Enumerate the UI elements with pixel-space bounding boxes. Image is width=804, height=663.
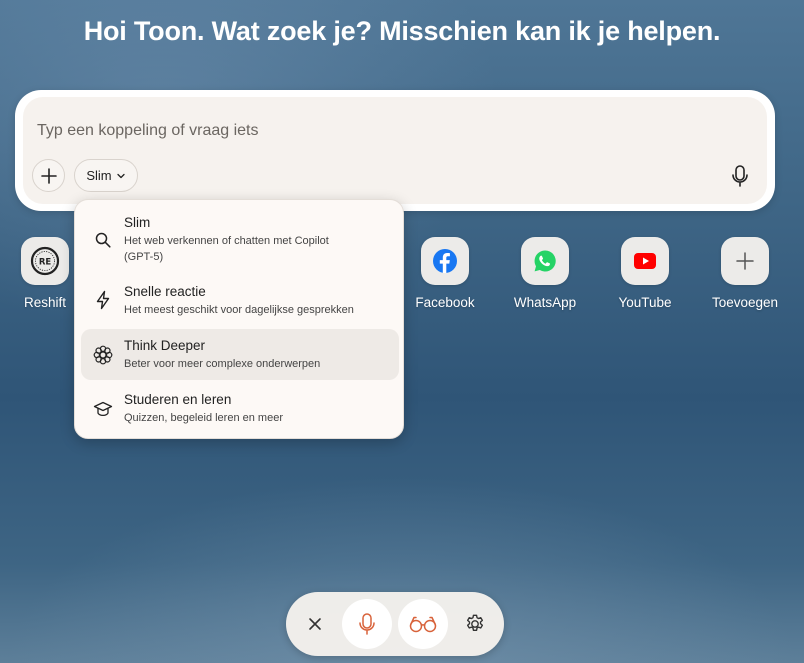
close-button[interactable]	[290, 599, 340, 649]
attach-button[interactable]	[32, 159, 65, 192]
graduation-cap-icon	[91, 397, 115, 421]
mode-menu: Slim Het web verkennen of chatten met Co…	[74, 199, 404, 439]
mode-option-title: Think Deeper	[124, 338, 206, 353]
shortcut-label: Facebook	[415, 295, 475, 310]
close-icon	[309, 618, 321, 630]
shortcut-label: WhatsApp	[513, 295, 577, 310]
shortcut-facebook[interactable]: Facebook	[406, 237, 484, 317]
flower-icon	[91, 343, 115, 367]
voice-toolbar	[286, 592, 504, 656]
shortcut-tile	[421, 237, 469, 285]
mode-option-title: Slim	[124, 215, 151, 230]
shortcut-label: YouTube	[618, 295, 672, 310]
mode-selector-button[interactable]: Slim	[74, 159, 138, 192]
lightning-icon	[91, 288, 115, 312]
youtube-icon	[634, 253, 656, 269]
whatsapp-icon	[534, 250, 556, 272]
mode-option-snelle-reactie[interactable]: Snelle reactie Het meest geschikt voor d…	[81, 276, 399, 324]
mode-option-description: Het meest geschikt voor dagelijkse gespr…	[124, 304, 354, 316]
mode-option-slim[interactable]: Slim Het web verkennen of chatten met Co…	[81, 208, 399, 270]
shortcut-tile	[521, 237, 569, 285]
microphone-icon	[359, 613, 375, 635]
glasses-icon	[409, 616, 437, 633]
shortcut-tile	[621, 237, 669, 285]
settings-button[interactable]	[450, 599, 500, 649]
shortcut-label: Toevoegen	[711, 295, 779, 310]
mode-option-description: Het web verkennen of chatten met Copilot…	[124, 235, 329, 263]
greeting-heading: Hoi Toon. Wat zoek je? Misschien kan ik …	[83, 16, 721, 46]
plus-icon	[40, 167, 57, 184]
voice-input-button[interactable]	[725, 161, 755, 191]
mode-selector-label: Slim	[86, 168, 112, 183]
mode-option-description: Beter voor meer complexe onderwerpen	[124, 358, 321, 370]
reshift-logo-icon: RE	[30, 246, 60, 276]
shortcut-tile: RE	[21, 237, 69, 285]
plus-icon	[736, 252, 754, 270]
mode-option-description: Quizzen, begeleid leren en meer	[124, 412, 283, 424]
chat-composer: Slim	[15, 90, 775, 211]
composer-inner: Slim	[23, 97, 767, 204]
mode-option-think-deeper[interactable]: Think Deeper Beter voor meer complexe on…	[81, 329, 399, 380]
chevron-down-icon	[116, 173, 125, 178]
shortcut-youtube[interactable]: YouTube	[606, 237, 684, 317]
settings-icon	[466, 614, 484, 632]
facebook-icon	[433, 249, 457, 273]
shortcut-add[interactable]: Toevoegen	[706, 237, 784, 317]
mode-option-studeren[interactable]: Studeren en leren Quizzen, begeleid lere…	[81, 384, 399, 432]
microphone-icon	[732, 165, 748, 187]
vision-button[interactable]	[398, 599, 448, 649]
svg-text:RE: RE	[39, 258, 52, 268]
mode-option-title: Studeren en leren	[124, 392, 232, 407]
search-icon	[91, 228, 115, 252]
mode-option-title: Snelle reactie	[124, 284, 206, 299]
shortcut-reshift[interactable]: RE Reshift	[6, 237, 84, 317]
shortcut-whatsapp[interactable]: WhatsApp	[506, 237, 584, 317]
message-input[interactable]	[37, 119, 677, 143]
shortcut-tile	[721, 237, 769, 285]
voice-mode-button[interactable]	[342, 599, 392, 649]
